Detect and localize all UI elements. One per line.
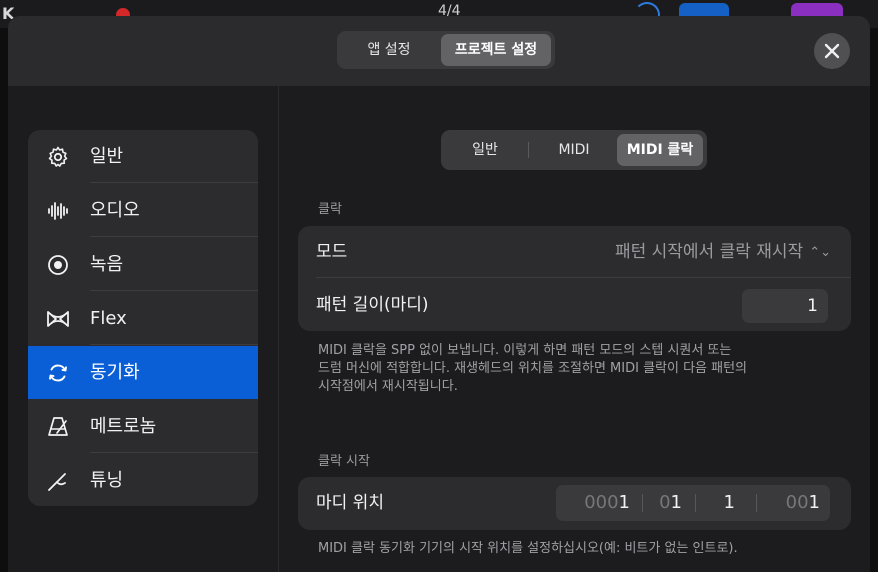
clock-start-description: MIDI 클락 동기화 기기의 시작 위치를 설정하십시오(예: 비트가 없는 … [318, 541, 738, 556]
waveform-icon [48, 202, 68, 220]
pattern-length-field[interactable]: 1 [742, 289, 828, 323]
modal-header: 앱 설정 프로젝트 설정 [8, 16, 870, 86]
segment-app-settings[interactable]: 앱 설정 [341, 34, 437, 66]
bar-position-field[interactable]: 0001 01 1 001 [556, 485, 830, 521]
flex-icon [47, 311, 69, 327]
clock-settings-group: 모드 패턴 시작에서 클락 재시작 ⌃⌄ 패턴 길이(마디) 1 [298, 226, 851, 331]
sync-tabs: 일반 MIDI MIDI 클락 [441, 130, 707, 170]
sidebar-item-metronome[interactable]: 메트로놈 [28, 400, 258, 453]
pattern-length-row: 패턴 길이(마디) 1 [298, 279, 851, 331]
position-bars[interactable]: 0001 [556, 485, 630, 521]
mode-popup[interactable]: 패턴 시작에서 클락 재시작 ⌃⌄ [615, 226, 831, 279]
sidebar-item-recording[interactable]: 녹음 [28, 238, 258, 291]
up-down-chevron-icon: ⌃⌄ [809, 245, 831, 260]
sidebar-item-label: 오디오 [90, 200, 140, 221]
sidebar-item-general[interactable]: 일반 [28, 130, 258, 183]
sidebar-item-label: 일반 [90, 146, 124, 167]
clock-description: MIDI 클락을 SPP 없이 보냅니다. 이렇게 하면 패턴 모드의 스텝 시… [318, 343, 748, 394]
settings-content: 일반 MIDI MIDI 클락 클락 모드 패턴 시작에서 클락 재시작 ⌃⌄ 패… [279, 86, 870, 572]
sidebar-item-tuning[interactable]: 튜닝 [28, 454, 258, 506]
position-divisions[interactable]: 1 [695, 485, 735, 521]
pattern-length-label: 패턴 길이(마디) [316, 295, 429, 315]
section-heading-clock: 클락 [318, 202, 342, 217]
segment-project-settings[interactable]: 프로젝트 설정 [441, 34, 551, 66]
tab-general[interactable]: 일반 [445, 134, 525, 166]
close-button[interactable] [814, 33, 850, 69]
tab-midi-clock[interactable]: MIDI 클락 [617, 134, 703, 166]
section-heading-clock-start: 클락 시작 [318, 454, 370, 469]
mode-row: 모드 패턴 시작에서 클락 재시작 ⌃⌄ [298, 226, 851, 278]
bar-position-row: 마디 위치 0001 01 1 001 [298, 477, 851, 530]
sidebar-item-flex[interactable]: Flex [28, 292, 258, 345]
sidebar-item-label: 녹음 [90, 254, 124, 275]
mode-label: 모드 [316, 242, 348, 262]
clock-start-group: 마디 위치 0001 01 1 001 [298, 477, 851, 530]
record-icon [48, 255, 68, 275]
mode-value: 패턴 시작에서 클락 재시작 [614, 242, 804, 262]
position-ticks[interactable]: 001 [756, 485, 820, 521]
sidebar-item-label: 튜닝 [90, 470, 124, 491]
sidebar-item-label: 메트로놈 [90, 416, 157, 437]
settings-scope-segmented: 앱 설정 프로젝트 설정 [337, 31, 555, 69]
position-beats[interactable]: 01 [642, 485, 682, 521]
metronome-icon [48, 417, 68, 436]
sync-icon [49, 364, 67, 382]
tuning-fork-icon [48, 473, 66, 491]
sidebar-item-label: 동기화 [90, 362, 140, 383]
settings-sidebar: 일반 오디오 녹음 Flex 동기화 메트로놈 튜닝 [28, 130, 258, 506]
close-icon [824, 43, 840, 59]
gear-icon [48, 146, 68, 167]
settings-modal: 앱 설정 프로젝트 설정 일반 오디오 녹음 Flex 동기화 메트로놈 튜닝 … [8, 16, 870, 572]
bar-position-label: 마디 위치 [316, 493, 384, 513]
sidebar-item-sync[interactable]: 동기화 [28, 346, 258, 399]
tab-midi[interactable]: MIDI [531, 134, 617, 166]
sidebar-item-audio[interactable]: 오디오 [28, 184, 258, 237]
sidebar-item-label: Flex [90, 308, 127, 329]
